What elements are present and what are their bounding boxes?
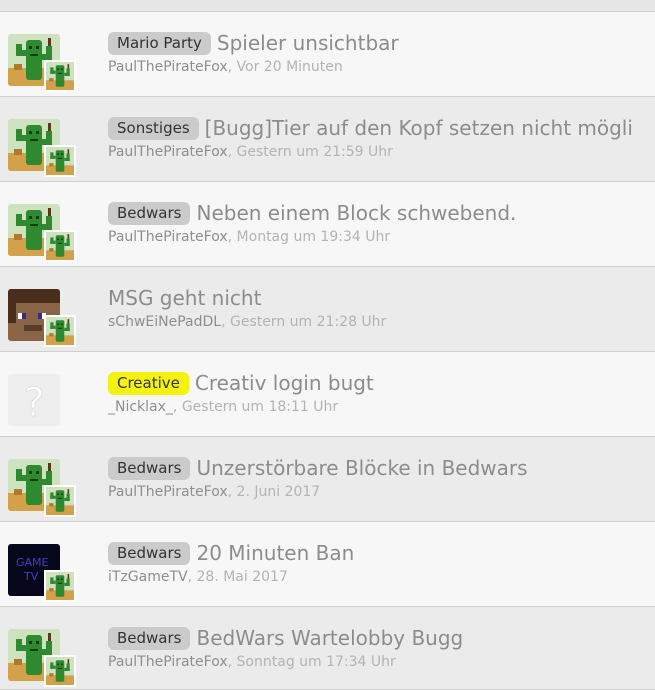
thread-title-line: Bedwars 20 Minuten Ban [108, 540, 655, 566]
thread-row[interactable]: MSG geht nicht sChwEiNePadDL, Gestern um … [0, 267, 655, 352]
thread-text: Bedwars 20 Minuten Ban iTzGameTV, 28. Mai … [108, 540, 655, 586]
question-mark-avatar-icon[interactable]: ? [8, 374, 60, 426]
thread-text: MSG geht nicht sChwEiNePadDL, Gestern um … [108, 285, 655, 331]
thread-avatars [8, 629, 76, 689]
thread-title-link[interactable]: Spieler unsichtbar [217, 31, 399, 55]
thread-author-link[interactable]: PaulThePirateFox [108, 484, 228, 500]
last-poster-avatar-icon[interactable] [44, 60, 76, 92]
thread-title-link[interactable]: Neben einem Block schwebend. [196, 201, 516, 225]
thread-timestamp[interactable]: Gestern um 18:11 Uhr [182, 399, 338, 415]
thread-timestamp[interactable]: Sonntag um 17:34 Uhr [237, 654, 396, 670]
thread-author-link[interactable]: PaulThePirateFox [108, 59, 228, 75]
last-poster-avatar-icon[interactable] [44, 145, 76, 177]
thread-prefix-badge[interactable]: Bedwars [108, 457, 191, 480]
thread-text: Mario Party Spieler unsichtbar PaulThePira… [108, 30, 655, 76]
last-poster-avatar-icon[interactable] [44, 570, 76, 602]
thread-avatars [8, 459, 76, 519]
thread-author-link[interactable]: PaulThePirateFox [108, 229, 228, 245]
thread-prefix-badge[interactable]: Sonstiges [108, 117, 199, 140]
thread-meta: PaulThePirateFox, Vor 20 Minuten [108, 58, 655, 76]
meta-separator: , [187, 569, 197, 585]
thread-prefix-badge[interactable]: Creative [108, 372, 189, 395]
thread-meta: iTzGameTV, 28. Mai 2017 [108, 568, 655, 586]
meta-separator: , [172, 399, 182, 415]
thread-timestamp[interactable]: 2. Juni 2017 [237, 484, 321, 500]
meta-separator: , [227, 229, 237, 245]
thread-prefix-badge[interactable]: Bedwars [108, 627, 191, 650]
thread-text: Bedwars BedWars Wartelobby Bugg PaulThePir… [108, 625, 655, 671]
thread-avatars: ? [8, 374, 76, 434]
meta-separator: , [227, 144, 237, 160]
thread-title-line: Sonstiges [Bugg]Tier auf den Kopf setzen … [108, 115, 655, 141]
thread-author-link[interactable]: PaulThePirateFox [108, 654, 228, 670]
svg-text:?: ? [23, 380, 44, 426]
thread-timestamp[interactable]: Gestern um 21:59 Uhr [237, 144, 393, 160]
thread-title-link[interactable]: Creativ login bugt [195, 371, 374, 395]
thread-title-line: Bedwars BedWars Wartelobby Bugg [108, 625, 655, 651]
thread-meta: _Nicklax_, Gestern um 18:11 Uhr [108, 398, 655, 416]
thread-title-link[interactable]: BedWars Wartelobby Bugg [196, 626, 463, 650]
thread-meta: PaulThePirateFox, Gestern um 21:59 Uhr [108, 143, 655, 161]
thread-timestamp[interactable]: 28. Mai 2017 [197, 569, 288, 585]
thread-title-link[interactable]: Unzerstörbare Blöcke in Bedwars [196, 456, 527, 480]
thread-title-line: Mario Party Spieler unsichtbar [108, 30, 655, 56]
thread-row[interactable]: Bedwars BedWars Wartelobby Bugg PaulThePir… [0, 607, 655, 690]
thread-prefix-badge[interactable]: Bedwars [108, 542, 191, 565]
thread-title-link[interactable]: 20 Minuten Ban [196, 541, 354, 565]
thread-author-link[interactable]: _Nicklax_ [108, 399, 173, 415]
svg-text:TV: TV [23, 570, 39, 583]
last-poster-avatar-icon[interactable] [44, 315, 76, 347]
thread-text: Bedwars Unzerstörbare Blöcke in Bedwars Pa… [108, 455, 655, 501]
thread-meta: PaulThePirateFox, Montag um 19:34 Uhr [108, 228, 655, 246]
thread-meta: sChwEiNePadDL, Gestern um 21:28 Uhr [108, 313, 655, 331]
thread-row[interactable]: Sonstiges [Bugg]Tier auf den Kopf setzen … [0, 97, 655, 182]
last-poster-avatar-icon[interactable] [44, 230, 76, 262]
thread-meta: PaulThePirateFox, 2. Juni 2017 [108, 483, 655, 501]
thread-title-link[interactable]: [Bugg]Tier auf den Kopf setzen nicht mög… [205, 116, 633, 140]
thread-prefix-badge[interactable]: Bedwars [108, 202, 191, 225]
thread-title-link[interactable]: MSG geht nicht [108, 286, 261, 310]
thread-row[interactable]: Bedwars Unzerstörbare Blöcke in Bedwars Pa… [0, 437, 655, 522]
thread-row[interactable]: Mario Party Spieler unsichtbar PaulThePira… [0, 12, 655, 97]
thread-text: Creative Creativ login bugt _Nicklax_, Ges… [108, 370, 655, 416]
thread-author-link[interactable]: sChwEiNePadDL [108, 314, 221, 330]
thread-text: Bedwars Neben einem Block schwebend. PaulT… [108, 200, 655, 246]
meta-separator: , [227, 484, 237, 500]
thread-meta: PaulThePirateFox, Sonntag um 17:34 Uhr [108, 653, 655, 671]
thread-list: Mario Party Spieler unsichtbar PaulThePira… [0, 0, 655, 690]
meta-separator: , [227, 654, 237, 670]
thread-avatars: GAME TV [8, 544, 76, 604]
thread-text: Sonstiges [Bugg]Tier auf den Kopf setzen … [108, 115, 655, 161]
meta-separator: , [221, 314, 230, 330]
meta-separator: , [227, 59, 237, 75]
thread-timestamp[interactable]: Vor 20 Minuten [237, 59, 343, 75]
thread-prefix-badge[interactable]: Mario Party [108, 32, 211, 55]
svg-text:GAME: GAME [16, 556, 49, 569]
last-poster-avatar-icon[interactable] [44, 485, 76, 517]
thread-title-line: MSG geht nicht [108, 285, 655, 311]
thread-title-line: Creative Creativ login bugt [108, 370, 655, 396]
thread-row[interactable]: Bedwars Neben einem Block schwebend. PaulT… [0, 182, 655, 267]
thread-avatars [8, 204, 76, 264]
list-top-edge [0, 0, 655, 12]
thread-avatars [8, 119, 76, 179]
thread-timestamp[interactable]: Gestern um 21:28 Uhr [230, 314, 386, 330]
thread-avatars [8, 34, 76, 94]
thread-author-link[interactable]: PaulThePirateFox [108, 144, 228, 160]
last-poster-avatar-icon[interactable] [44, 655, 76, 687]
thread-timestamp[interactable]: Montag um 19:34 Uhr [237, 229, 391, 245]
thread-row[interactable]: ? Creative Creativ login bugt _Nicklax_, Ge… [0, 352, 655, 437]
thread-avatars [8, 289, 76, 349]
thread-title-line: Bedwars Neben einem Block schwebend. [108, 200, 655, 226]
thread-row[interactable]: GAME TV Bedwars 20 Minuten Ban iTzGameTV, 28… [0, 522, 655, 607]
thread-title-line: Bedwars Unzerstörbare Blöcke in Bedwars [108, 455, 655, 481]
thread-author-link[interactable]: iTzGameTV [108, 569, 188, 585]
